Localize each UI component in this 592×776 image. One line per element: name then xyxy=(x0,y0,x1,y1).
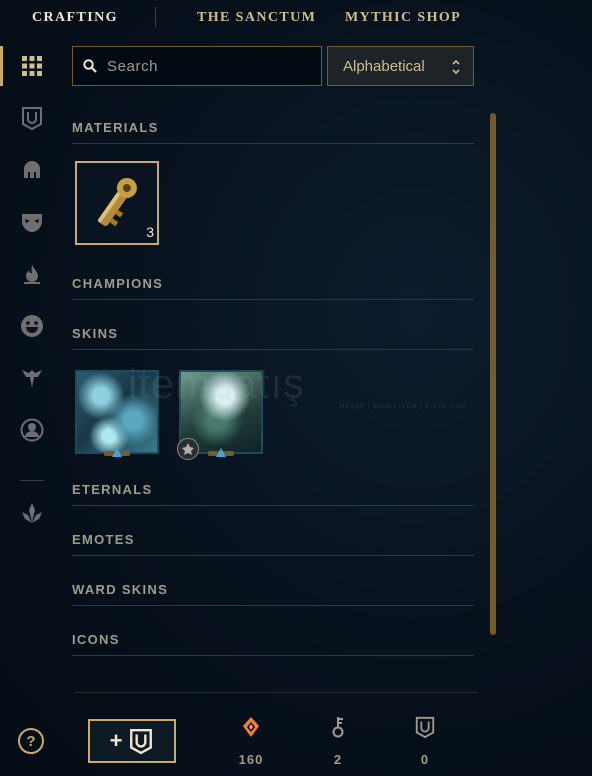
section-divider xyxy=(72,143,474,144)
section-skins: SKINS xyxy=(72,326,474,350)
watermark-subtitle: HESAP | SKIN | ITEM | E-PIN .com xyxy=(340,404,466,410)
sidebar-separator xyxy=(20,480,44,481)
sidebar-item-chests[interactable] xyxy=(14,100,50,136)
section-eternals: ETERNALS xyxy=(72,482,474,506)
sidebar-item-emotes[interactable] xyxy=(14,308,50,344)
sort-selected-value: Alphabetical xyxy=(343,57,425,75)
help-button[interactable]: ? xyxy=(18,728,44,754)
chevron-updown-icon xyxy=(452,59,460,75)
ward-icon xyxy=(22,370,42,388)
section-title: WARD SKINS xyxy=(72,582,169,597)
chest-icon xyxy=(130,728,153,755)
section-title: SKINS xyxy=(72,326,119,341)
section-divider xyxy=(72,555,474,556)
sidebar-item-eternals[interactable] xyxy=(14,256,50,292)
section-champions: CHAMPIONS xyxy=(72,276,474,300)
section-emotes: EMOTES xyxy=(72,532,474,556)
section-divider xyxy=(72,655,474,656)
top-nav: CRAFTING THE SANCTUM MYTHIC SHOP xyxy=(0,0,592,36)
section-title: ICONS xyxy=(72,632,120,647)
sidebar-item-skins[interactable] xyxy=(14,204,50,240)
section-ward-skins: WARD SKINS xyxy=(72,582,474,606)
profile-icon xyxy=(20,418,44,442)
mythic-badge-icon xyxy=(177,438,199,460)
sidebar-active-indicator xyxy=(0,46,3,86)
section-materials: MATERIALS xyxy=(72,120,474,144)
sort-dropdown[interactable]: Alphabetical xyxy=(327,46,474,86)
watermark: itemsatış xyxy=(128,360,306,407)
orange-essence-icon xyxy=(243,717,259,737)
key-value: 2 xyxy=(333,752,343,767)
tab-the-sanctum[interactable]: THE SANCTUM xyxy=(197,10,316,26)
key-icon xyxy=(332,717,344,738)
key-counter: 2 xyxy=(318,716,358,767)
section-icons: ICONS xyxy=(72,632,474,656)
rarity-gem-icon xyxy=(104,448,130,457)
orange-essence-value: 160 xyxy=(238,752,264,767)
tab-crafting[interactable]: CRAFTING xyxy=(32,10,118,26)
search-icon xyxy=(83,59,97,73)
plus-label: + xyxy=(109,728,123,753)
sidebar-item-all[interactable] xyxy=(14,48,50,84)
footer-divider xyxy=(74,692,478,693)
section-divider xyxy=(72,349,474,350)
category-sidebar xyxy=(0,44,64,776)
nav-divider xyxy=(155,7,156,27)
sidebar-item-extra[interactable] xyxy=(14,496,50,532)
grid-icon xyxy=(22,56,42,76)
tab-mythic-shop[interactable]: MYTHIC SHOP xyxy=(345,10,461,26)
sidebar-item-icons[interactable] xyxy=(14,412,50,448)
orange-essence-counter: 160 xyxy=(231,716,271,767)
search-input[interactable] xyxy=(105,56,309,76)
flame-icon xyxy=(24,264,40,284)
section-divider xyxy=(72,605,474,606)
chest-counter: 0 xyxy=(405,716,445,767)
section-title: CHAMPIONS xyxy=(72,276,164,291)
craft-key-button[interactable]: + xyxy=(88,719,176,763)
rarity-gem-icon xyxy=(208,448,234,457)
chest-icon xyxy=(22,107,42,130)
chest-value: 0 xyxy=(420,752,430,767)
section-divider xyxy=(72,505,474,506)
chest-icon xyxy=(415,716,435,738)
key-fragment-icon xyxy=(97,177,137,227)
section-title: MATERIALS xyxy=(72,120,159,135)
sidebar-item-ward-skins[interactable] xyxy=(14,360,50,396)
section-title: ETERNALS xyxy=(72,482,153,497)
section-title: EMOTES xyxy=(72,532,135,547)
scrollbar[interactable] xyxy=(490,113,496,635)
sidebar-item-champions[interactable] xyxy=(14,152,50,188)
smiley-icon xyxy=(21,315,43,337)
item-count: 3 xyxy=(146,224,154,240)
material-item-key-fragment[interactable]: 3 xyxy=(75,161,159,245)
section-divider xyxy=(72,299,474,300)
helmet-icon xyxy=(24,161,40,178)
search-box xyxy=(72,46,322,86)
arrow-down-icon xyxy=(22,503,42,523)
mask-icon xyxy=(22,214,42,232)
